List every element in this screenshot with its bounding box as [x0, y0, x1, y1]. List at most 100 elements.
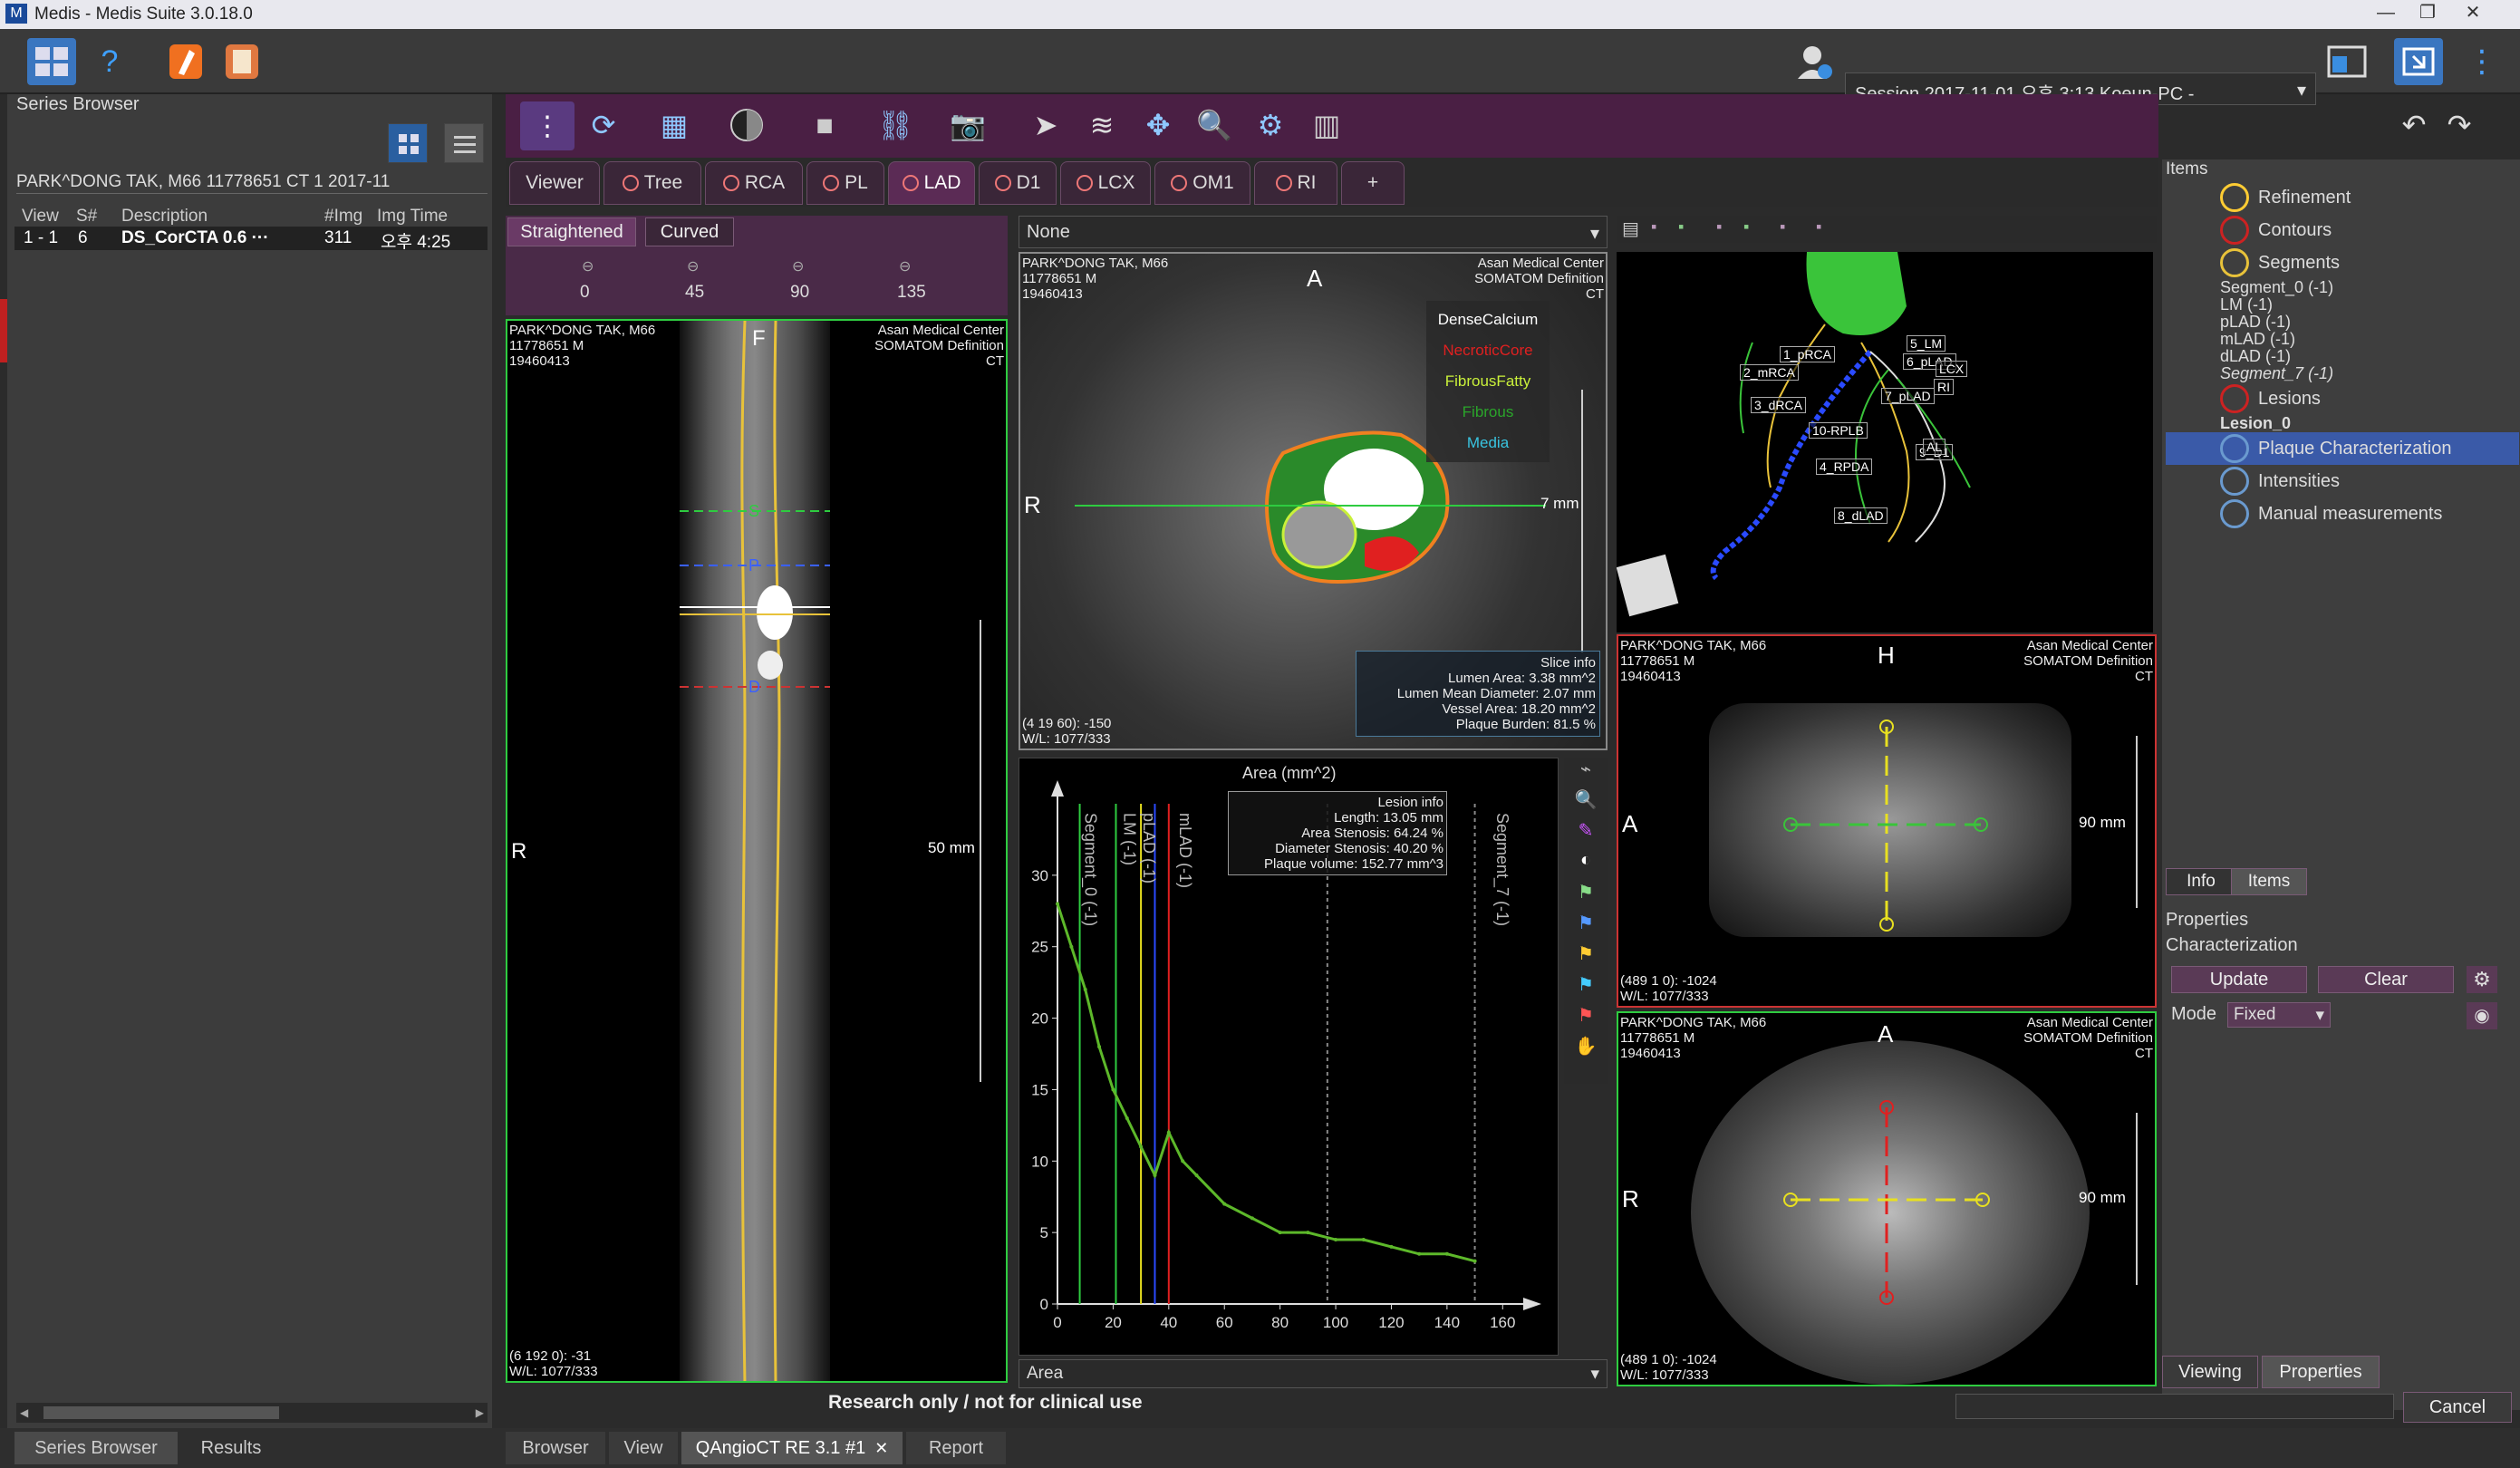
grid-view-icon[interactable]	[388, 123, 428, 163]
add-tab-button[interactable]: +	[1341, 161, 1405, 205]
segment-label[interactable]: RI	[1934, 379, 1954, 395]
close-button[interactable]: ✕	[2452, 0, 2494, 25]
contour-edit-icon[interactable]: ✎	[1564, 819, 1608, 850]
window-layout-icon[interactable]	[2323, 38, 2372, 85]
column-header[interactable]: Img Time	[377, 207, 448, 227]
segment-label[interactable]: 2_mRCA	[1740, 364, 1799, 381]
qangio-app-icon[interactable]	[161, 38, 210, 85]
item-contours[interactable]: Contours	[2166, 214, 2519, 246]
overlay-dropdown[interactable]: None ▾	[1019, 216, 1608, 248]
session-user-icon[interactable]	[1791, 38, 1839, 85]
mode-select[interactable]: Fixed ▾	[2227, 1002, 2331, 1028]
eye-icon[interactable]: ◉	[2467, 1002, 2497, 1029]
tab-viewer[interactable]: Viewer	[509, 161, 600, 205]
fullscreen-icon[interactable]	[2394, 38, 2443, 85]
cancel-button[interactable]: Cancel	[2403, 1392, 2512, 1423]
layout-icon[interactable]: ▤	[1622, 217, 1639, 240]
tools-menu-icon[interactable]: ⋮	[520, 101, 574, 150]
rotation-angle-icon[interactable]: ⊖	[687, 257, 699, 275]
segment-label[interactable]: LCX	[1936, 361, 1968, 377]
tab-results[interactable]: Results	[181, 1432, 281, 1464]
graph-measure-dropdown[interactable]: Area ▾	[1019, 1359, 1608, 1388]
item-lesion-0[interactable]: Lesion_0	[2166, 414, 2519, 432]
segment-label[interactable]: 1_pRCA	[1780, 346, 1835, 362]
pointer-icon[interactable]: ➤	[1024, 103, 1067, 147]
segment-label[interactable]: AL	[1923, 439, 1946, 455]
tab-d1[interactable]: D1	[979, 161, 1057, 205]
straightened-view[interactable]: PARK^DONG TAK, M66 11778651 M 19460413 A…	[506, 319, 1008, 1383]
tab-view[interactable]: View	[609, 1432, 678, 1464]
more-icon[interactable]: ⋮	[2457, 38, 2506, 85]
rotation-angle-icon[interactable]: ⊖	[899, 257, 911, 275]
tab-properties[interactable]: Properties	[2262, 1356, 2380, 1388]
view-option-icon[interactable]: ▪	[1816, 217, 1821, 237]
segment-label[interactable]: 10-RPLB	[1809, 422, 1868, 439]
item-dlad-1-[interactable]: dLAD (-1)	[2166, 347, 2519, 365]
rotation-angle-label[interactable]: 135	[897, 283, 926, 303]
segment-label[interactable]: 8_dLAD	[1834, 507, 1888, 524]
rotation-angle-icon[interactable]: ⊖	[582, 257, 594, 275]
camera-icon[interactable]: 📷	[946, 103, 990, 147]
settings-icon[interactable]: ⚙	[1249, 103, 1292, 147]
view-option-icon[interactable]: ▪	[1743, 217, 1749, 237]
scroll-slices-icon[interactable]: ≋	[1080, 103, 1124, 147]
list-view-icon[interactable]	[444, 123, 484, 163]
segment-label[interactable]: 3_dRCA	[1751, 397, 1806, 413]
tab-lcx[interactable]: LCX	[1060, 161, 1151, 205]
layout-icon[interactable]	[27, 38, 76, 85]
axial-view[interactable]: PARK^DONG TAK, M66 11778651 M 19460413 A…	[1617, 1011, 2157, 1386]
flag-cyan-icon[interactable]: ⚑	[1564, 973, 1608, 1004]
clear-button[interactable]: Clear	[2318, 966, 2454, 993]
item-segment-7-1-[interactable]: Segment_7 (-1)	[2166, 364, 2519, 382]
flag-red-icon[interactable]: ⚑	[1564, 1004, 1608, 1035]
window-level-icon[interactable]	[725, 103, 768, 147]
item-segment-0-1-[interactable]: Segment_0 (-1)	[2166, 278, 2519, 296]
undo-icon[interactable]: ↶	[2392, 103, 2436, 147]
scroll-thumb[interactable]	[43, 1406, 279, 1419]
tab-items[interactable]: Items	[2231, 868, 2307, 895]
item-mlad-1-[interactable]: mLAD (-1)	[2166, 330, 2519, 348]
item-plad-1-[interactable]: pLAD (-1)	[2166, 313, 2519, 331]
flag-blue-icon[interactable]: ⚑	[1564, 912, 1608, 942]
item-plaque-characterization[interactable]: Plaque Characterization	[2166, 432, 2519, 465]
item-lesions[interactable]: Lesions	[2166, 382, 2519, 415]
view-option-icon[interactable]: ▪	[1716, 217, 1722, 237]
scroll-right-icon[interactable]: ▶	[476, 1406, 484, 1419]
contrast-icon[interactable]: ◐	[1564, 850, 1608, 881]
tab-ri[interactable]: RI	[1254, 161, 1337, 205]
graph-tool-icon[interactable]: ⌁	[1564, 758, 1608, 788]
view-option-icon[interactable]: ▪	[1678, 217, 1684, 237]
close-icon[interactable]: ✕	[874, 1439, 888, 1458]
segment-label[interactable]: 7_pLAD	[1881, 388, 1935, 404]
tab-report[interactable]: Report	[906, 1432, 1006, 1464]
flag-green-icon[interactable]: ⚑	[1564, 881, 1608, 912]
flag-yellow-icon[interactable]: ⚑	[1564, 942, 1608, 973]
pan-icon[interactable]: ✥	[1136, 103, 1180, 147]
tab-rca[interactable]: RCA	[705, 161, 803, 205]
window-presets-icon[interactable]: ▥	[1305, 103, 1348, 147]
tab-curved[interactable]: Curved	[645, 217, 734, 246]
tab-tree[interactable]: Tree	[603, 161, 701, 205]
segment-label[interactable]: 5_LM	[1907, 335, 1946, 352]
rotation-angle-label[interactable]: 45	[685, 283, 704, 303]
tab-info[interactable]: Info	[2166, 868, 2236, 895]
cross-section-view[interactable]: PARK^DONG TAK, M66 11778651 M 19460413 A…	[1019, 252, 1608, 750]
report-app-icon[interactable]	[217, 38, 266, 85]
layout-grid-icon[interactable]: ▦	[652, 103, 696, 147]
segment-label[interactable]: 4_RPDA	[1816, 459, 1873, 475]
area-graph[interactable]: Area (mm^2) 0 20 40 60 80 100 120 140 160 0 5 10 15 2…	[1019, 758, 1559, 1356]
help-icon[interactable]: ?	[85, 38, 134, 85]
column-header[interactable]: Description	[121, 207, 208, 227]
rotation-angle-label[interactable]: 0	[580, 283, 590, 303]
scroll-left-icon[interactable]: ◀	[20, 1406, 28, 1419]
column-header[interactable]: S#	[76, 207, 97, 227]
rotate-icon[interactable]: ⟳	[582, 103, 625, 147]
view-option-icon[interactable]: ▪	[1651, 217, 1656, 237]
series-row[interactable]: 1 - 1 6 DS_CorCTA 0.6 ··· 311 오후 4:25	[14, 227, 488, 252]
hand-icon[interactable]: ✋	[1564, 1035, 1608, 1066]
single-view-icon[interactable]: ■	[803, 103, 846, 147]
zoom-icon[interactable]: 🔍	[1192, 103, 1236, 147]
column-header[interactable]: View	[22, 207, 59, 227]
item-lm-1-[interactable]: LM (-1)	[2166, 295, 2519, 314]
column-header[interactable]: #Img	[324, 207, 362, 227]
